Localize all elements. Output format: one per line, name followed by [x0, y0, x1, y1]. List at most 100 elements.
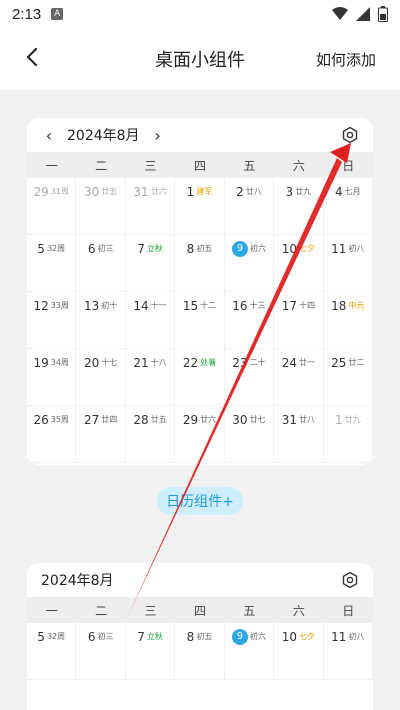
lunar-label: 32周: [46, 244, 66, 253]
notification-icon: A: [51, 8, 64, 20]
settings-gear-icon[interactable]: [341, 126, 359, 144]
day-number: 26: [33, 413, 49, 427]
day-number: 5: [37, 242, 45, 256]
settings-gear-icon[interactable]: [341, 571, 359, 589]
calendar-day-cell[interactable]: 1 廿九: [323, 406, 373, 463]
calendar-day-cell[interactable]: 31 廿六: [125, 178, 176, 235]
weekday-label: 一: [45, 158, 58, 173]
lunar-label: 初三: [97, 244, 114, 253]
day-number: 19: [33, 356, 49, 370]
calendar-day-cell[interactable]: 10 七夕: [274, 235, 324, 292]
calendar-day-cell[interactable]: 9 初六: [224, 235, 275, 292]
day-number: 1: [186, 185, 195, 199]
weekday-label: 六: [292, 603, 305, 618]
calendar-day-cell[interactable]: 10 七夕: [274, 623, 324, 680]
calendar-day-cell[interactable]: 20 十七: [76, 349, 126, 406]
calendar-day-cell[interactable]: 26 35周: [27, 406, 77, 463]
calendar-day-cell[interactable]: 22 处暑: [175, 349, 225, 406]
calendar-day-cell[interactable]: 9 初六: [224, 623, 275, 680]
calendar-day-cell[interactable]: 2 廿八: [224, 178, 275, 235]
lunar-label: 十四: [298, 301, 315, 310]
calendar-day-cell[interactable]: 24 廿一: [274, 349, 324, 406]
calendar-day-cell[interactable]: 28 廿五: [125, 406, 176, 463]
weekday-header: 一二三四五六日: [27, 152, 373, 178]
next-month-button[interactable]: ›: [150, 126, 166, 145]
lunar-label: 七月: [344, 187, 361, 196]
day-number: 1: [334, 413, 343, 427]
calendar-day-cell[interactable]: 6 初三: [76, 235, 126, 292]
nav-bar: 桌面小组件 如何添加: [0, 28, 400, 90]
calendar-day-cell[interactable]: 29 廿六: [175, 406, 225, 463]
day-number: 30: [83, 185, 100, 199]
lunar-label: 立秋: [146, 632, 163, 641]
calendar-day-cell[interactable]: 23 二十: [224, 349, 275, 406]
calendar-day-cell[interactable]: 27 廿四: [76, 406, 126, 463]
calendar-day-cell[interactable]: 6 初三: [76, 623, 126, 680]
calendar-day-cell[interactable]: 8 初五: [175, 623, 225, 680]
day-number: 11: [331, 630, 347, 644]
day-number: 7: [137, 242, 145, 256]
calendar-day-cell[interactable]: 14 十一: [125, 292, 176, 349]
day-number: 3: [285, 185, 294, 199]
lunar-label: 32周: [46, 632, 66, 641]
calendar-day-cell[interactable]: 21 十八: [125, 349, 176, 406]
calendar-widget-month[interactable]: ‹ 2024年8月 › 一二三四五六日 29 31周 30 廿五 31 廿六 1 建军 2 廿八 3…: [27, 118, 373, 465]
weekday-label: 二: [95, 158, 108, 173]
lunar-label: 34周: [50, 358, 69, 367]
calendar-day-cell[interactable]: 13 初十: [76, 292, 126, 349]
calendar-day-cell[interactable]: 31 廿八: [274, 406, 324, 463]
status-bar: 2:13 A: [0, 0, 400, 28]
lunar-label: 立秋: [146, 244, 163, 253]
calendar-day-cell[interactable]: 25 廿二: [323, 349, 373, 406]
day-number: 18: [331, 299, 347, 313]
calendar-day-cell[interactable]: 12 33周: [27, 292, 77, 349]
calendar-day-cell[interactable]: 4 七月: [323, 178, 373, 235]
day-number: 10: [281, 242, 297, 256]
prev-month-button[interactable]: ‹: [41, 126, 57, 145]
weekday-label: 三: [144, 158, 157, 173]
how-to-add-link[interactable]: 如何添加: [316, 49, 376, 70]
calendar-day-cell[interactable]: 7 立秋: [125, 235, 176, 292]
lunar-label: 廿一: [298, 358, 315, 367]
calendar-day-cell[interactable]: 11 初八: [323, 623, 373, 680]
lunar-label: 十一: [150, 301, 167, 310]
lunar-label: 廿五: [150, 415, 167, 424]
calendar-day-cell[interactable]: 19 34周: [27, 349, 77, 406]
day-number: 12: [33, 299, 49, 313]
day-number: 31: [281, 413, 297, 427]
lunar-label: 初八: [348, 632, 365, 641]
calendar-grid: 5 32周 6 初三 7 立秋 8 初五 9 初六 10 七夕 11 初八: [27, 623, 373, 680]
day-number: 17: [281, 299, 297, 313]
calendar-day-cell[interactable]: 8 初五: [175, 235, 225, 292]
day-number: 5: [37, 630, 45, 644]
calendar-day-cell[interactable]: 5 32周: [27, 235, 77, 292]
calendar-day-cell[interactable]: 16 十三: [224, 292, 275, 349]
calendar-day-cell[interactable]: 29 31周: [27, 178, 77, 235]
lunar-label: 31周: [50, 187, 69, 196]
add-calendar-widget-button[interactable]: 日历组件+: [157, 487, 243, 515]
calendar-day-cell[interactable]: 11 初八: [323, 235, 373, 292]
wifi-icon: [332, 7, 348, 20]
day-number: 6: [87, 630, 96, 644]
calendar-day-cell[interactable]: 15 十二: [175, 292, 225, 349]
lunar-label: 初五: [196, 632, 213, 641]
calendar-day-cell[interactable]: 30 廿五: [76, 178, 126, 235]
calendar-widget-week[interactable]: 2024年8月 一二三四五六日 5 32周 6 初三 7 立秋 8 初五 9 初六 10 七夕 11 初八: [27, 563, 373, 710]
weekday-label: 四: [193, 158, 206, 173]
calendar-day-cell[interactable]: 7 立秋: [125, 623, 176, 680]
day-number: 14: [133, 299, 149, 313]
calendar-header: 2024年8月: [27, 563, 373, 597]
day-number: 27: [83, 413, 100, 427]
calendar-day-cell[interactable]: 30 廿七: [224, 406, 275, 463]
calendar-day-cell[interactable]: 1 建军: [175, 178, 225, 235]
calendar-day-cell[interactable]: 5 32周: [27, 623, 77, 680]
calendar-day-cell[interactable]: 3 廿九: [274, 178, 324, 235]
lunar-label: 廿七: [249, 415, 266, 424]
lunar-label: 廿六: [150, 187, 167, 196]
calendar-day-cell[interactable]: 17 十四: [274, 292, 324, 349]
day-number: 9: [231, 629, 248, 645]
weekday-label: 日: [342, 603, 355, 618]
day-number: 23: [232, 356, 248, 370]
calendar-day-cell[interactable]: 18 中元: [323, 292, 373, 349]
lunar-label: 十二: [200, 301, 217, 310]
